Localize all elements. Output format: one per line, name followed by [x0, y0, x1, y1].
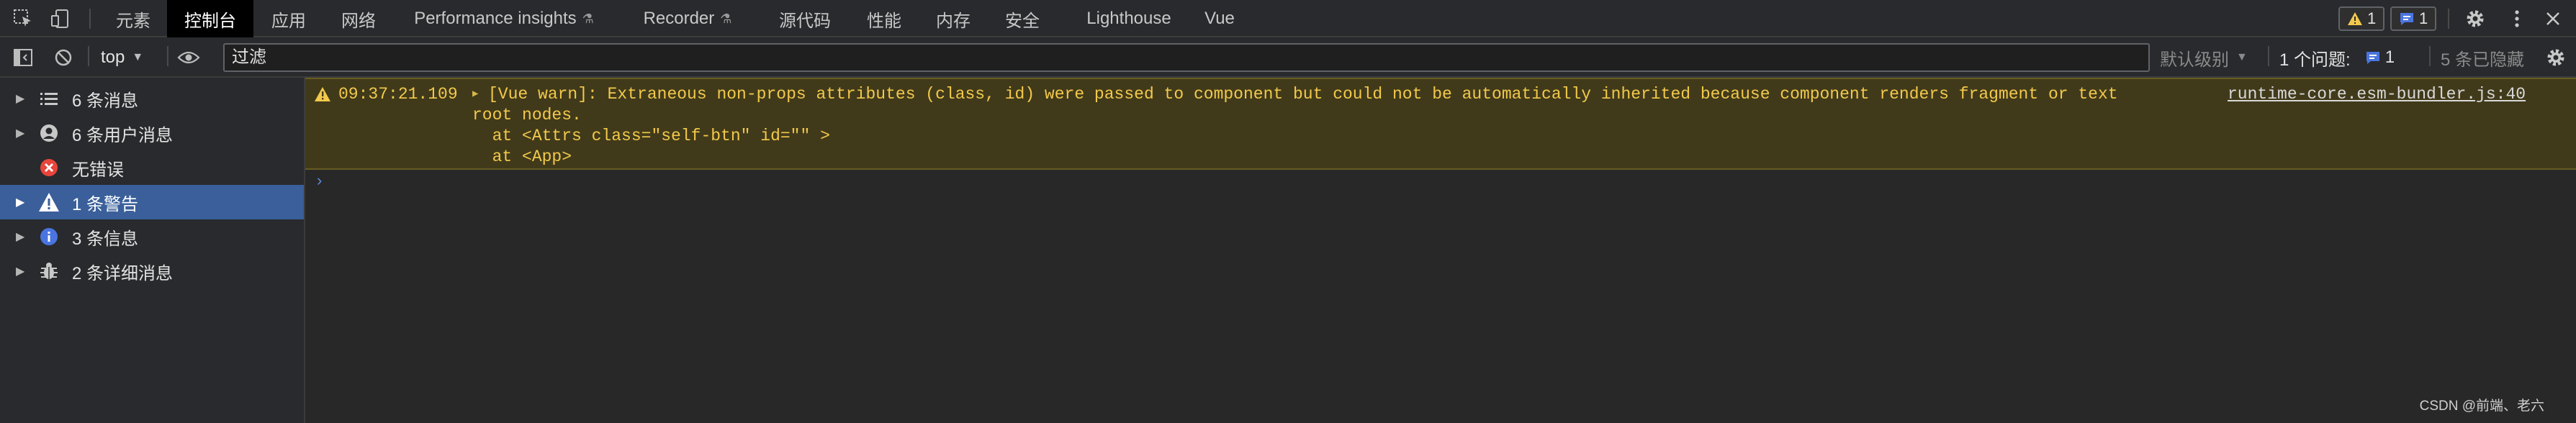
warning-icon: [2348, 12, 2362, 25]
console-toolbar: top▼ 默认级别▼ 1 个问题: 1 5 条已隐藏: [0, 37, 2576, 78]
live-expression-eye-icon[interactable]: [176, 45, 202, 70]
tab-sources[interactable]: 源代码: [767, 0, 842, 37]
triangle-down-icon: ▼: [2236, 51, 2248, 63]
message-icon: [2400, 13, 2413, 25]
sidebar-item-messages[interactable]: ▶ 6 条消息: [0, 81, 304, 116]
expand-arrow-icon[interactable]: ▶: [16, 229, 24, 244]
stack-trace-line: at <App>: [472, 147, 572, 166]
toolbar-separator: [2429, 46, 2431, 66]
stack-trace-line: at <Attrs class="self-btn" id="" >: [472, 127, 830, 145]
devtools-tabbar: 元素 控制台 应用 网络 Performance insights ⚗ Recor…: [0, 0, 2576, 37]
tab-application[interactable]: 应用: [256, 0, 321, 37]
expand-arrow-icon[interactable]: ▶: [472, 88, 478, 100]
sidebar-item-warnings[interactable]: ▶ 1 条警告: [0, 185, 304, 219]
console-settings-gear-icon[interactable]: [2543, 45, 2569, 70]
warning-message[interactable]: 09:37:21.109 ▶ [Vue warn]: Extraneous no…: [305, 78, 2576, 170]
tab-elements[interactable]: 元素: [101, 0, 166, 37]
flask-icon: ⚗: [582, 11, 594, 26]
message-text-line: root nodes.: [472, 106, 582, 124]
expand-arrow-icon[interactable]: ▶: [16, 264, 24, 278]
info-icon: [37, 225, 60, 248]
console-messages: 09:37:21.109 ▶ [Vue warn]: Extraneous no…: [305, 78, 2576, 423]
filter-input[interactable]: [223, 43, 2150, 72]
expand-arrow-icon[interactable]: ▶: [16, 91, 24, 106]
watermark: CSDN @前端、老六: [2419, 399, 2544, 414]
console-prompt[interactable]: ›: [317, 171, 322, 190]
toolbar-separator: [167, 46, 168, 66]
tab-lighthouse[interactable]: Lighthouse: [1071, 0, 1186, 37]
console-sidebar: ▶ 6 条消息 ▶ 6 条用户消息 无错误 ▶ 1 条警告 ▶ 3 条信息 ▶: [0, 78, 305, 423]
log-levels-dropdown[interactable]: 默认级别 ▼: [2160, 45, 2248, 70]
message-timestamp: 09:37:21.109: [338, 85, 458, 104]
list-icon: [37, 87, 60, 110]
source-location-link[interactable]: runtime-core.esm-bundler.js:40: [2228, 85, 2526, 104]
sidebar-item-info[interactable]: ▶ 3 条信息: [0, 219, 304, 254]
warning-icon: [314, 86, 331, 107]
inspect-element-icon[interactable]: [10, 6, 36, 32]
expand-arrow-icon[interactable]: ▶: [16, 126, 24, 140]
tab-network[interactable]: 网络: [324, 0, 393, 37]
toolbar-separator: [2448, 9, 2449, 29]
clear-console-icon[interactable]: [50, 45, 76, 70]
issues-button[interactable]: 1 个问题: 1: [2279, 44, 2395, 71]
warning-icon: [37, 191, 60, 214]
settings-gear-icon[interactable]: [2462, 6, 2488, 32]
more-options-icon[interactable]: [2504, 6, 2530, 32]
error-icon: [37, 156, 60, 179]
sidebar-toggle-icon[interactable]: [10, 45, 36, 70]
toolbar-separator: [88, 46, 89, 66]
device-toolbar-icon[interactable]: [48, 6, 73, 32]
tab-performance[interactable]: 性能: [850, 0, 919, 37]
tab-security[interactable]: 安全: [988, 0, 1057, 37]
flask-icon: ⚗: [720, 11, 732, 26]
tab-memory[interactable]: 内存: [919, 0, 988, 37]
tab-performance-insights[interactable]: Performance insights ⚗: [396, 0, 612, 37]
context-selector[interactable]: top ▼: [101, 45, 143, 70]
sidebar-item-verbose[interactable]: ▶ 2 条详细消息: [0, 254, 304, 288]
hidden-messages-count: 5 条已隐藏: [2441, 50, 2525, 70]
sidebar-item-errors[interactable]: 无错误: [0, 150, 304, 185]
toolbar-separator: [89, 9, 91, 29]
user-icon: [37, 122, 60, 145]
sidebar-item-user-messages[interactable]: ▶ 6 条用户消息: [0, 116, 304, 150]
message-count-badge[interactable]: 1: [2390, 6, 2437, 31]
message-text-line: [Vue warn]: Extraneous non-props attribu…: [488, 85, 2118, 104]
tab-recorder[interactable]: Recorder ⚗: [626, 0, 749, 37]
warning-count-badge[interactable]: 1: [2338, 6, 2385, 31]
expand-arrow-icon[interactable]: ▶: [16, 195, 24, 209]
tab-console[interactable]: 控制台: [167, 0, 253, 37]
bug-icon: [37, 260, 60, 283]
triangle-down-icon: ▼: [132, 51, 144, 63]
message-icon: [2366, 52, 2379, 64]
tab-vue[interactable]: Vue: [1192, 0, 1247, 37]
close-icon[interactable]: [2540, 6, 2566, 32]
toolbar-separator: [2268, 46, 2269, 66]
